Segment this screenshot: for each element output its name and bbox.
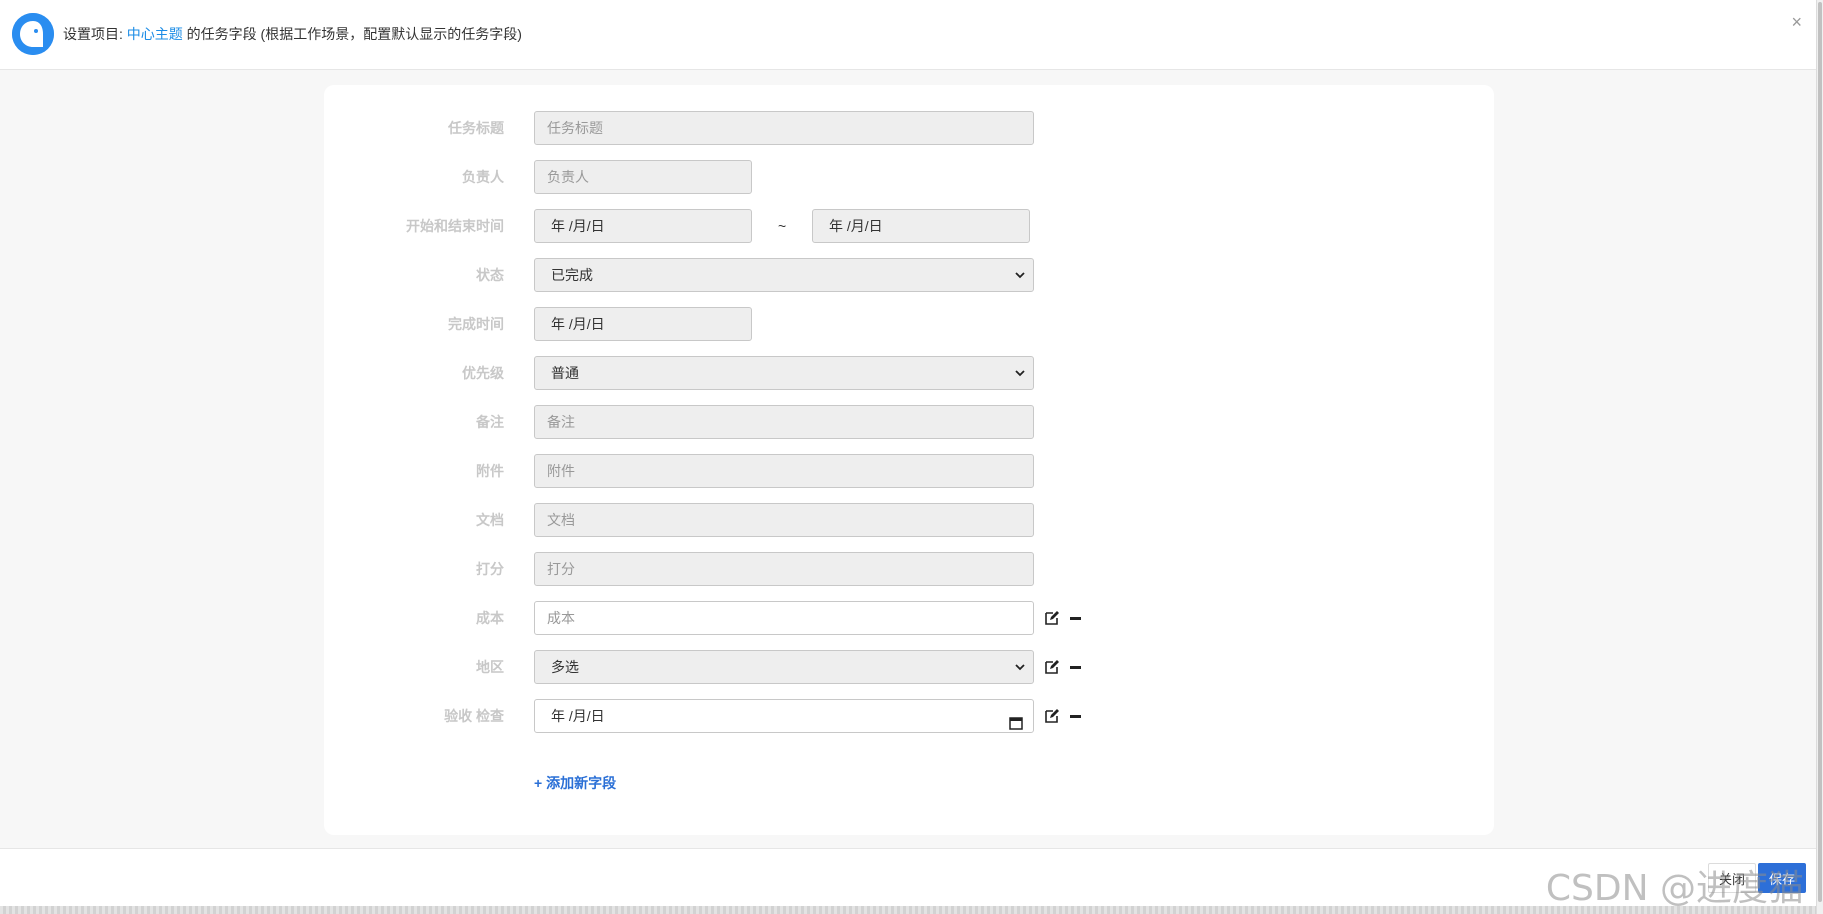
add-field-link[interactable]: + 添加新字段 xyxy=(534,773,616,793)
field-label: 附件 xyxy=(476,463,504,479)
region-value: 多选 xyxy=(551,659,579,675)
close-icon[interactable]: × xyxy=(1791,12,1802,33)
scrollbar-thumb[interactable] xyxy=(1818,2,1822,902)
region-select[interactable]: 多选 xyxy=(534,650,1034,684)
field-label: 文档 xyxy=(476,512,504,528)
field-label: 地区 xyxy=(476,659,504,675)
remark-input[interactable]: 备注 xyxy=(534,405,1034,439)
field-row-complete-time: 完成时间 年 /月/日 xyxy=(324,307,1424,341)
edit-icon[interactable] xyxy=(1044,610,1060,626)
field-label: 验收 检查 xyxy=(444,708,504,724)
field-label: 成本 xyxy=(476,610,504,626)
app-logo-icon xyxy=(12,13,54,55)
field-label: 开始和结束时间 xyxy=(406,218,504,234)
project-link[interactable]: 中心主题 xyxy=(127,26,183,42)
priority-value: 普通 xyxy=(551,365,579,381)
assignee-input[interactable]: 负责人 xyxy=(534,160,752,194)
field-row-date-range: 开始和结束时间 年 /月/日 ~ 年 /月/日 xyxy=(324,209,1424,243)
chevron-down-icon xyxy=(1013,357,1027,389)
edit-icon[interactable] xyxy=(1044,708,1060,724)
acceptance-date-value: 年 /月/日 xyxy=(551,708,605,724)
remove-icon[interactable] xyxy=(1068,610,1084,626)
field-row-acceptance: 验收 检查 年 /月/日 xyxy=(324,699,1424,733)
field-row-status: 状态 已完成 xyxy=(324,258,1424,292)
priority-select[interactable]: 普通 xyxy=(534,356,1034,390)
close-button[interactable]: 关闭 xyxy=(1708,863,1756,893)
fields-card: 任务标题 任务标题 负责人 负责人 开始和结束时间 年 /月/日 ~ 年 /月/… xyxy=(324,85,1494,835)
field-label: 打分 xyxy=(476,561,504,577)
save-button[interactable]: 保存 xyxy=(1758,863,1806,893)
field-actions xyxy=(1044,708,1084,724)
cost-input[interactable]: 成本 xyxy=(534,601,1034,635)
dialog-body: 任务标题 任务标题 负责人 负责人 开始和结束时间 年 /月/日 ~ 年 /月/… xyxy=(0,70,1816,848)
field-row-cost: 成本 成本 xyxy=(324,601,1424,635)
score-input[interactable]: 打分 xyxy=(534,552,1034,586)
field-row-priority: 优先级 普通 xyxy=(324,356,1424,390)
field-label: 状态 xyxy=(476,267,504,283)
field-label: 备注 xyxy=(476,414,504,430)
attachment-input[interactable]: 附件 xyxy=(534,454,1034,488)
field-row-title: 任务标题 任务标题 xyxy=(324,111,1424,145)
title-prefix: 设置项目: xyxy=(63,26,127,42)
end-date-input[interactable]: 年 /月/日 xyxy=(812,209,1030,243)
chevron-down-icon xyxy=(1013,651,1027,683)
field-row-document: 文档 文档 xyxy=(324,503,1424,537)
field-row-region: 地区 多选 xyxy=(324,650,1424,684)
field-row-remark: 备注 备注 xyxy=(324,405,1424,439)
calendar-icon[interactable] xyxy=(1009,709,1023,730)
edit-icon[interactable] xyxy=(1044,659,1060,675)
field-row-score: 打分 打分 xyxy=(324,552,1424,586)
range-separator: ~ xyxy=(778,218,787,234)
field-label: 完成时间 xyxy=(448,316,504,332)
field-row-attachment: 附件 附件 xyxy=(324,454,1424,488)
bottom-strip xyxy=(0,906,1816,914)
title-suffix: 的任务字段 (根据工作场景，配置默认显示的任务字段) xyxy=(182,26,522,42)
remove-icon[interactable] xyxy=(1068,708,1084,724)
field-actions xyxy=(1044,659,1084,675)
document-input[interactable]: 文档 xyxy=(534,503,1034,537)
dialog-title: 设置项目: 中心主题 的任务字段 (根据工作场景，配置默认显示的任务字段) xyxy=(63,24,522,44)
status-select[interactable]: 已完成 xyxy=(534,258,1034,292)
status-value: 已完成 xyxy=(551,267,593,283)
task-title-input[interactable]: 任务标题 xyxy=(534,111,1034,145)
remove-icon[interactable] xyxy=(1068,659,1084,675)
chevron-down-icon xyxy=(1013,259,1027,291)
field-label: 负责人 xyxy=(462,169,504,185)
scrollbar[interactable] xyxy=(1816,0,1823,914)
start-date-input[interactable]: 年 /月/日 xyxy=(534,209,752,243)
complete-date-input[interactable]: 年 /月/日 xyxy=(534,307,752,341)
field-label: 任务标题 xyxy=(448,120,504,136)
acceptance-date-input[interactable]: 年 /月/日 xyxy=(534,699,1034,733)
dialog-header: 设置项目: 中心主题 的任务字段 (根据工作场景，配置默认显示的任务字段) × xyxy=(0,0,1816,70)
field-row-assignee: 负责人 负责人 xyxy=(324,160,1424,194)
field-actions xyxy=(1044,610,1084,626)
field-label: 优先级 xyxy=(462,365,504,381)
dialog-footer: 关闭 保存 CSDN @进度猫 xyxy=(0,848,1816,909)
